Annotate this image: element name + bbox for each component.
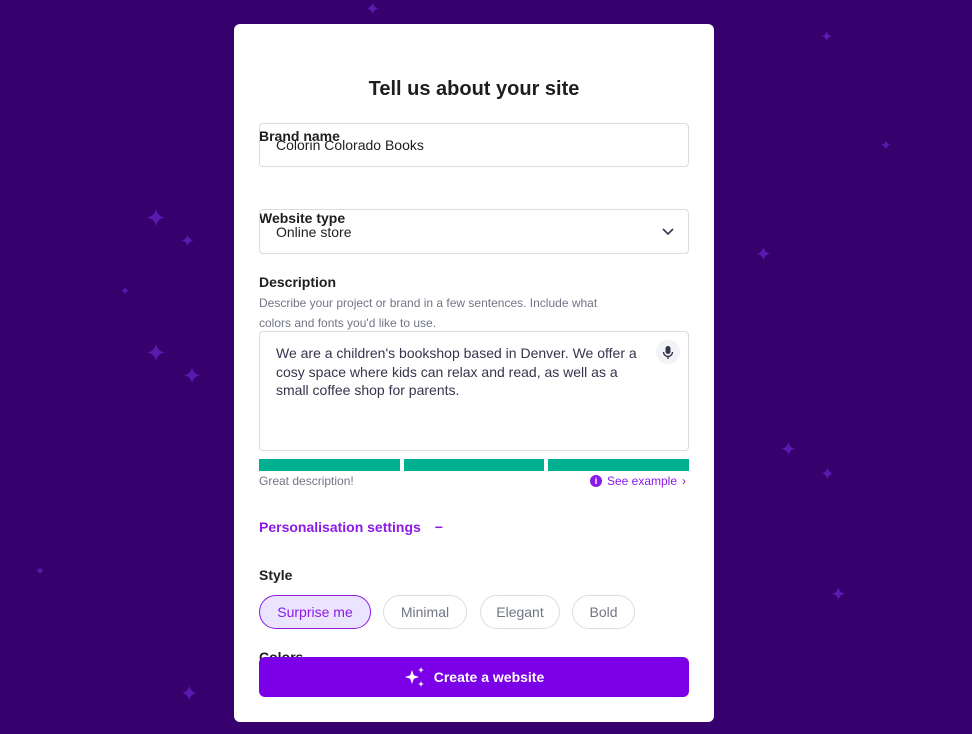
- chevron-down-icon: [662, 227, 674, 235]
- description-textarea[interactable]: We are a children's bookshop based in De…: [259, 331, 689, 451]
- description-text: We are a children's bookshop based in De…: [276, 345, 637, 398]
- website-type-select[interactable]: Online store: [259, 209, 689, 254]
- quality-bar-segment-1: [259, 459, 400, 471]
- create-website-label: Create a website: [433, 669, 545, 685]
- brand-name-input[interactable]: Colorin Colorado Books: [259, 123, 689, 167]
- collapse-icon: −: [434, 519, 443, 535]
- quality-bar-segment-2: [404, 459, 544, 471]
- microphone-button[interactable]: [656, 340, 680, 364]
- quality-bar-segment-3: [548, 459, 689, 471]
- style-option-elegant[interactable]: Elegant: [480, 595, 560, 629]
- style-option-surprise-me[interactable]: Surprise me: [259, 595, 371, 629]
- description-label: Description: [259, 274, 337, 290]
- description-help: Describe your project or brand in a few …: [259, 296, 598, 330]
- sparkles-icon: [404, 667, 424, 687]
- see-example-link[interactable]: i See example ›: [589, 474, 686, 488]
- microphone-icon: [662, 345, 674, 359]
- chevron-right-icon: ›: [682, 474, 686, 488]
- create-website-button[interactable]: Create a website: [259, 657, 689, 697]
- see-example-label: See example: [606, 474, 677, 488]
- style-label: Style: [259, 567, 293, 583]
- personalisation-toggle[interactable]: Personalisation settings −: [259, 519, 443, 535]
- site-setup-card: Tell us about your site Brand name Color…: [234, 24, 714, 722]
- page-title: Tell us about your site: [368, 78, 580, 100]
- info-icon: i: [589, 475, 602, 487]
- style-option-bold[interactable]: Bold: [572, 595, 635, 629]
- description-feedback: Great description!: [259, 474, 354, 488]
- style-option-minimal[interactable]: Minimal: [383, 595, 467, 629]
- personalisation-label: Personalisation settings: [259, 519, 421, 535]
- website-type-value: Online store: [276, 223, 352, 240]
